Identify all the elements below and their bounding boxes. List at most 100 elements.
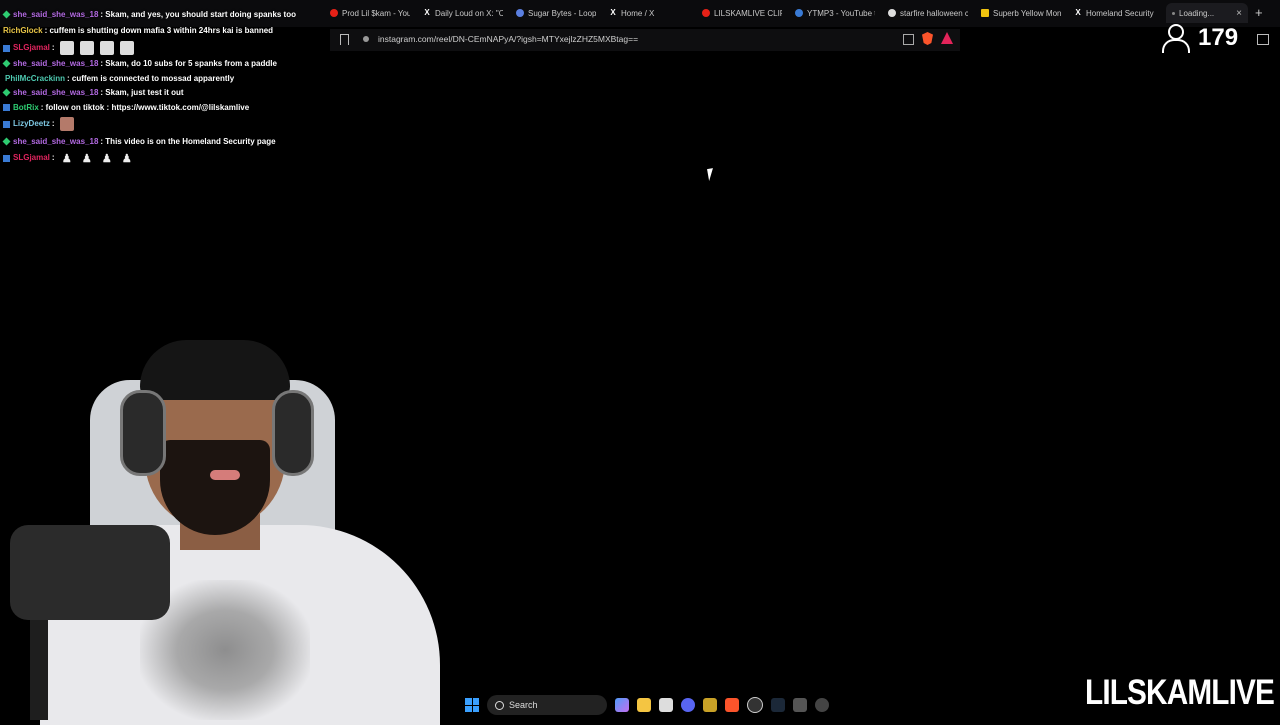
steam-icon[interactable] — [771, 698, 785, 712]
emote-icon — [119, 41, 134, 55]
4k-app-icon[interactable] — [815, 698, 829, 712]
tab-label: LILSKAMLIVE CLIPS - — [714, 8, 782, 18]
tab-label: Homeland Security on — [1086, 8, 1154, 18]
tab-sugar-bytes[interactable]: Sugar Bytes - Looper — [516, 4, 596, 22]
windows-start-icon[interactable] — [465, 698, 479, 712]
chat-message: LizyDeetz: — [0, 117, 77, 131]
search-icon — [495, 700, 504, 710]
address-bar[interactable]: instagram.com/reel/DN-CEmNAPyA/?igsh=MTY… — [330, 29, 960, 51]
dancing-emote-icon: ♟ — [61, 153, 72, 165]
file-explorer-icon[interactable] — [637, 698, 651, 712]
chat-username: PhilMcCrackinn — [5, 74, 66, 83]
url-text[interactable]: instagram.com/reel/DN-CEmNAPyA/?igsh=MTY… — [378, 34, 638, 44]
copilot-icon[interactable] — [615, 698, 629, 712]
bookmark-icon[interactable] — [340, 34, 349, 45]
sub-badge-icon — [2, 10, 11, 19]
share-icon[interactable] — [903, 34, 914, 45]
tab-label: Sugar Bytes - Looper — [528, 8, 596, 18]
tab-lilskamlive-clips[interactable]: LILSKAMLIVE CLIPS - — [702, 4, 782, 22]
channel-watermark: LILSKAMLIVE — [1085, 673, 1275, 712]
chat-message: she_said_she_was_18: Skam, and yes, you … — [0, 10, 296, 19]
tab-label: Daily Loud on X: "Can — [435, 8, 503, 18]
app-icon[interactable] — [703, 698, 717, 712]
sub-badge-icon — [2, 137, 11, 146]
chat-text: : Skam, do 10 subs for 5 spanks from a p… — [100, 59, 277, 68]
chat-message: PhilMcCrackinn: cuffem is connected to m… — [5, 74, 234, 83]
tab-homeland-security[interactable]: X Homeland Security on — [1074, 4, 1154, 22]
youtube-icon — [330, 9, 338, 17]
mouse-cursor-icon — [707, 167, 721, 181]
chat-message: she_said_she_was_18: This video is on th… — [0, 137, 276, 146]
badge-icon — [3, 120, 10, 128]
sugarbytes-icon — [516, 9, 524, 17]
viewer-count: 179 — [1198, 24, 1239, 51]
brave-icon[interactable] — [725, 698, 739, 712]
tab-prod-lil-skam[interactable]: Prod Lil $kam - YouTu — [330, 4, 410, 22]
tab-ytmp3[interactable]: YTMP3 - YouTube to — [795, 4, 875, 22]
chat-username: she_said_she_was_18 — [13, 10, 99, 19]
badge-icon — [3, 104, 10, 112]
chat-message: she_said_she_was_18: Skam, just test it … — [0, 88, 184, 97]
new-tab-button[interactable]: + — [1255, 5, 1263, 20]
chat-text: : Skam, and yes, you should start doing … — [100, 10, 296, 19]
tab-label: Superb Yellow Monst — [993, 8, 1061, 18]
chat-text: : follow on tiktok : https://www.tiktok.… — [40, 103, 250, 112]
taskbar: Search — [455, 692, 855, 718]
sub-badge-icon — [2, 88, 11, 97]
tab-label: Loading... — [1179, 8, 1215, 18]
close-tab-icon[interactable]: × — [1236, 8, 1242, 19]
site-info-icon[interactable] — [363, 36, 369, 42]
loading-icon — [1172, 11, 1175, 15]
ico-yellow-icon — [981, 9, 989, 17]
chat-text: : — [51, 153, 55, 163]
streamer-cap — [140, 340, 290, 400]
webcam-feed — [0, 330, 450, 725]
chat-message: she_said_she_was_18: Skam, do 10 subs fo… — [0, 59, 277, 68]
chat-text: : cuffem is shutting down mafia 3 within… — [44, 26, 274, 35]
x-icon: X — [610, 8, 616, 17]
badge-icon — [3, 154, 10, 162]
x-icon: X — [424, 8, 430, 17]
brave-shields-icon[interactable] — [922, 32, 933, 45]
badge-icon — [3, 44, 10, 52]
chat-username: SLGjamal — [13, 153, 50, 163]
chat-text: : cuffem is connected to mossad apparent… — [67, 74, 235, 83]
streamer-mouth — [210, 470, 240, 480]
chat-text: : This video is on the Homeland Security… — [100, 137, 276, 146]
chat-username: she_said_she_was_18 — [13, 137, 99, 146]
tab-daily-loud[interactable]: X Daily Loud on X: "Can — [423, 4, 503, 22]
viewer-counter: 179 — [1162, 23, 1238, 53]
chat-username: SLGjamal — [13, 43, 50, 53]
taskbar-search[interactable]: Search — [487, 695, 607, 715]
brave-rewards-icon[interactable] — [941, 32, 953, 44]
chat-message: SLGjamal: ♟ ♟ ♟ ♟ — [0, 152, 137, 165]
microphone-arm — [30, 620, 48, 720]
app-icon[interactable] — [793, 698, 807, 712]
chat-username: LizyDeetz — [13, 119, 50, 129]
store-icon[interactable] — [659, 698, 673, 712]
tab-label: YTMP3 - YouTube to — [807, 8, 875, 18]
dancing-emote-icon: ♟ — [121, 153, 132, 165]
emote-icon — [79, 41, 94, 55]
microphone — [10, 525, 170, 620]
chat-message: RichGlock: cuffem is shutting down mafia… — [3, 26, 273, 35]
tab-starfire[interactable]: starfire halloween co — [888, 4, 968, 22]
sidebar-panel-icon[interactable] — [1257, 34, 1269, 45]
obs-icon[interactable] — [747, 697, 763, 713]
chat-username: she_said_she_was_18 — [13, 59, 99, 68]
x-icon: X — [1075, 8, 1081, 17]
youtube-icon — [702, 9, 710, 17]
tab-label: starfire halloween co — [900, 8, 968, 18]
google-icon — [888, 9, 896, 17]
tab-loading-active[interactable]: Loading... × — [1166, 3, 1248, 23]
headphone-left — [120, 390, 166, 476]
emote-icon — [59, 41, 74, 55]
viewers-icon — [1162, 23, 1192, 53]
tab-label: Prod Lil $kam - YouTu — [342, 8, 410, 18]
tab-superb-yellow[interactable]: Superb Yellow Monst — [981, 4, 1061, 22]
chat-username: she_said_she_was_18 — [13, 88, 99, 97]
tab-home-x[interactable]: X Home / X — [609, 4, 689, 22]
discord-icon[interactable] — [681, 698, 695, 712]
tab-label: Home / X — [621, 8, 655, 18]
dancing-emote-icon: ♟ — [81, 153, 92, 165]
